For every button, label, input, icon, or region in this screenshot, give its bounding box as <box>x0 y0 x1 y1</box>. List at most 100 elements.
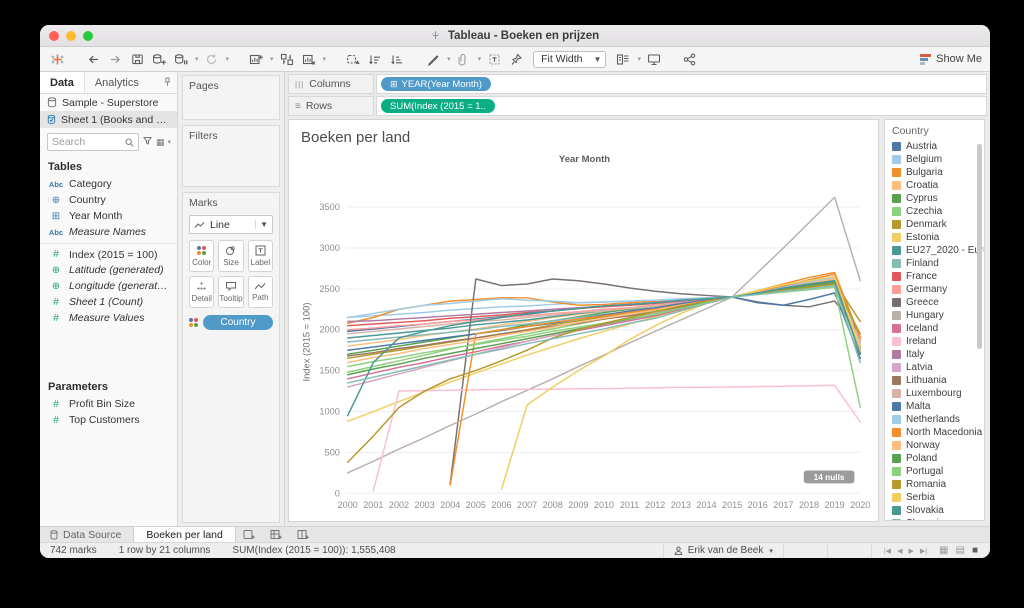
share-icon[interactable] <box>681 49 699 69</box>
data-source-tab[interactable]: Data Source <box>40 527 133 542</box>
legend-item[interactable]: Belgium <box>892 153 984 166</box>
tableau-logo-icon[interactable] <box>48 49 66 69</box>
field-item[interactable]: AbcMeasure Names <box>40 224 177 240</box>
field-item[interactable]: #Profit Bin Size <box>40 396 177 412</box>
legend-item[interactable]: Iceland <box>892 322 984 335</box>
legend-item[interactable]: Austria <box>892 140 984 153</box>
legend-item[interactable]: Portugal <box>892 465 984 478</box>
group-members-icon[interactable] <box>344 49 362 69</box>
connection-sample-superstore[interactable]: Sample - Superstore <box>40 94 177 111</box>
show-hide-cards-icon[interactable] <box>614 49 632 69</box>
sheet-title[interactable]: Boeken per land <box>299 126 870 154</box>
legend-item[interactable]: Czechia <box>892 205 984 218</box>
previous-sheet-icon[interactable]: ◀ <box>897 547 902 555</box>
columns-shelf[interactable]: ⊞YEAR(Year Month) <box>376 74 987 94</box>
legend-item[interactable]: Poland <box>892 452 984 465</box>
legend-item[interactable]: Finland <box>892 257 984 270</box>
series-line-Luxembourg[interactable] <box>348 285 861 342</box>
pages-shelf[interactable]: Pages <box>182 75 280 120</box>
field-item[interactable]: #Measure Values <box>40 310 177 326</box>
legend-item[interactable]: France <box>892 270 984 283</box>
legend-item[interactable]: Greece <box>892 296 984 309</box>
country-pill[interactable]: Country <box>203 315 273 330</box>
format-icon[interactable] <box>455 49 473 69</box>
label-button[interactable]: Label <box>248 240 273 272</box>
legend-item[interactable]: Croatia <box>892 179 984 192</box>
legend-item[interactable]: Bulgaria <box>892 166 984 179</box>
forward-icon[interactable] <box>106 49 124 69</box>
legend-item[interactable]: Lithuania <box>892 374 984 387</box>
legend-item[interactable]: Luxembourg <box>892 387 984 400</box>
legend-item[interactable]: EU27_2020 - Euro.. <box>892 244 984 257</box>
search-input[interactable]: Search <box>47 133 139 151</box>
legend-item[interactable]: Slovakia <box>892 504 984 517</box>
field-item[interactable]: ⊕Country <box>40 192 177 208</box>
legend-item[interactable]: North Macedonia <box>892 426 984 439</box>
legend-item[interactable]: Estonia <box>892 231 984 244</box>
clear-sheet-icon[interactable] <box>300 49 318 69</box>
connection-sheet1-books[interactable]: Sheet 1 (Books and HIC... <box>40 111 177 128</box>
series-line-Ireland[interactable] <box>373 385 860 491</box>
show-me-button[interactable]: Show Me <box>920 53 982 65</box>
line-chart[interactable]: 0500100015002000250030003500200020012002… <box>299 167 870 519</box>
field-item[interactable]: #Sheet 1 (Count) <box>40 294 177 310</box>
refresh-caret-icon[interactable]: ▾ <box>226 55 230 63</box>
first-sheet-icon[interactable]: |◀ <box>884 547 891 555</box>
show-filmstrip-icon[interactable]: ▤ <box>956 545 965 556</box>
mark-type-dropdown[interactable]: Line ▼ <box>189 215 273 234</box>
tooltip-button[interactable]: Tooltip <box>218 276 243 308</box>
mark-labels-icon[interactable] <box>485 49 503 69</box>
new-worksheet-tab-button[interactable] <box>236 527 263 542</box>
swap-rows-columns-icon[interactable] <box>278 49 296 69</box>
path-button[interactable]: Path <box>248 276 273 308</box>
presentation-mode-icon[interactable] <box>645 49 663 69</box>
legend-title[interactable]: Country <box>885 120 984 140</box>
new-worksheet-icon[interactable] <box>247 49 265 69</box>
show-tabs-icon[interactable]: ■ <box>972 545 978 556</box>
fix-axes-icon[interactable] <box>507 49 525 69</box>
legend-item[interactable]: Denmark <box>892 218 984 231</box>
legend-item[interactable]: Romania <box>892 478 984 491</box>
new-worksheet-caret-icon[interactable]: ▾ <box>270 55 274 63</box>
new-dashboard-tab-button[interactable] <box>263 527 290 542</box>
legend-item[interactable]: Italy <box>892 348 984 361</box>
legend-item[interactable]: Serbia <box>892 491 984 504</box>
sort-ascending-icon[interactable] <box>366 49 384 69</box>
clear-sheet-caret-icon[interactable]: ▾ <box>323 55 327 63</box>
sort-descending-icon[interactable] <box>388 49 406 69</box>
show-hide-cards-caret-icon[interactable]: ▾ <box>637 55 641 63</box>
show-sheet-sorter-icon[interactable]: ▦ <box>939 545 948 556</box>
next-sheet-icon[interactable]: ▶ <box>908 547 913 555</box>
tab-analytics[interactable]: Analytics <box>85 72 149 93</box>
highlight-caret-icon[interactable]: ▾ <box>447 55 451 63</box>
legend-scrollbar[interactable] <box>977 144 982 349</box>
pause-updates-caret-icon[interactable]: ▾ <box>195 55 199 63</box>
columns-pill[interactable]: ⊞YEAR(Year Month) <box>381 77 491 91</box>
last-sheet-icon[interactable]: ▶| <box>920 547 927 555</box>
field-item[interactable]: AbcCategory <box>40 176 177 192</box>
pause-auto-updates-icon[interactable] <box>172 49 190 69</box>
tab-data[interactable]: Data <box>40 72 85 93</box>
expand-date-icon[interactable]: ⊞ <box>390 79 398 90</box>
field-item[interactable]: ⊕Longitude (generated) <box>40 278 177 294</box>
user-menu[interactable]: Erik van de Beek ▾ <box>663 543 784 558</box>
column-field-header[interactable]: Year Month <box>299 154 870 167</box>
refresh-icon[interactable] <box>203 49 221 69</box>
color-button[interactable]: Color <box>189 240 214 272</box>
legend-item[interactable]: Hungary <box>892 309 984 322</box>
field-item[interactable]: #Index (2015 = 100) <box>40 243 177 262</box>
new-data-source-icon[interactable] <box>150 49 168 69</box>
detail-button[interactable]: Detail <box>189 276 214 308</box>
back-icon[interactable] <box>84 49 102 69</box>
legend-item[interactable]: Germany <box>892 283 984 296</box>
legend-item[interactable]: Cyprus <box>892 192 984 205</box>
field-item[interactable]: ⊞Year Month <box>40 208 177 224</box>
view-as-icon[interactable]: ▦▾ <box>156 137 171 148</box>
highlight-icon[interactable] <box>424 49 442 69</box>
legend-item[interactable]: Malta <box>892 400 984 413</box>
new-story-tab-button[interactable] <box>290 527 317 542</box>
pin-pane-icon[interactable] <box>164 77 171 89</box>
filters-shelf[interactable]: Filters <box>182 125 280 187</box>
format-caret-icon[interactable]: ▾ <box>478 55 482 63</box>
filter-fields-icon[interactable] <box>143 136 152 148</box>
